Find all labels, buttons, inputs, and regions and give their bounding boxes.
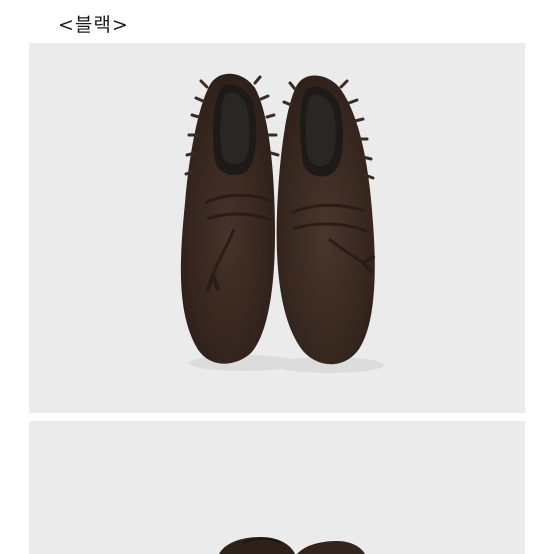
- right-shoe: [276, 75, 375, 365]
- page-scrollbar[interactable]: [544, 0, 554, 554]
- product-photo-top-view: [29, 43, 525, 413]
- product-photo-side-view: [29, 421, 525, 554]
- product-detail-page: <블랙>: [0, 0, 554, 554]
- left-shoe: [180, 73, 280, 364]
- shoes-side-view-illustration: [219, 537, 365, 554]
- shoes-top-view-illustration: [180, 73, 384, 373]
- color-option-label: <블랙>: [58, 14, 129, 36]
